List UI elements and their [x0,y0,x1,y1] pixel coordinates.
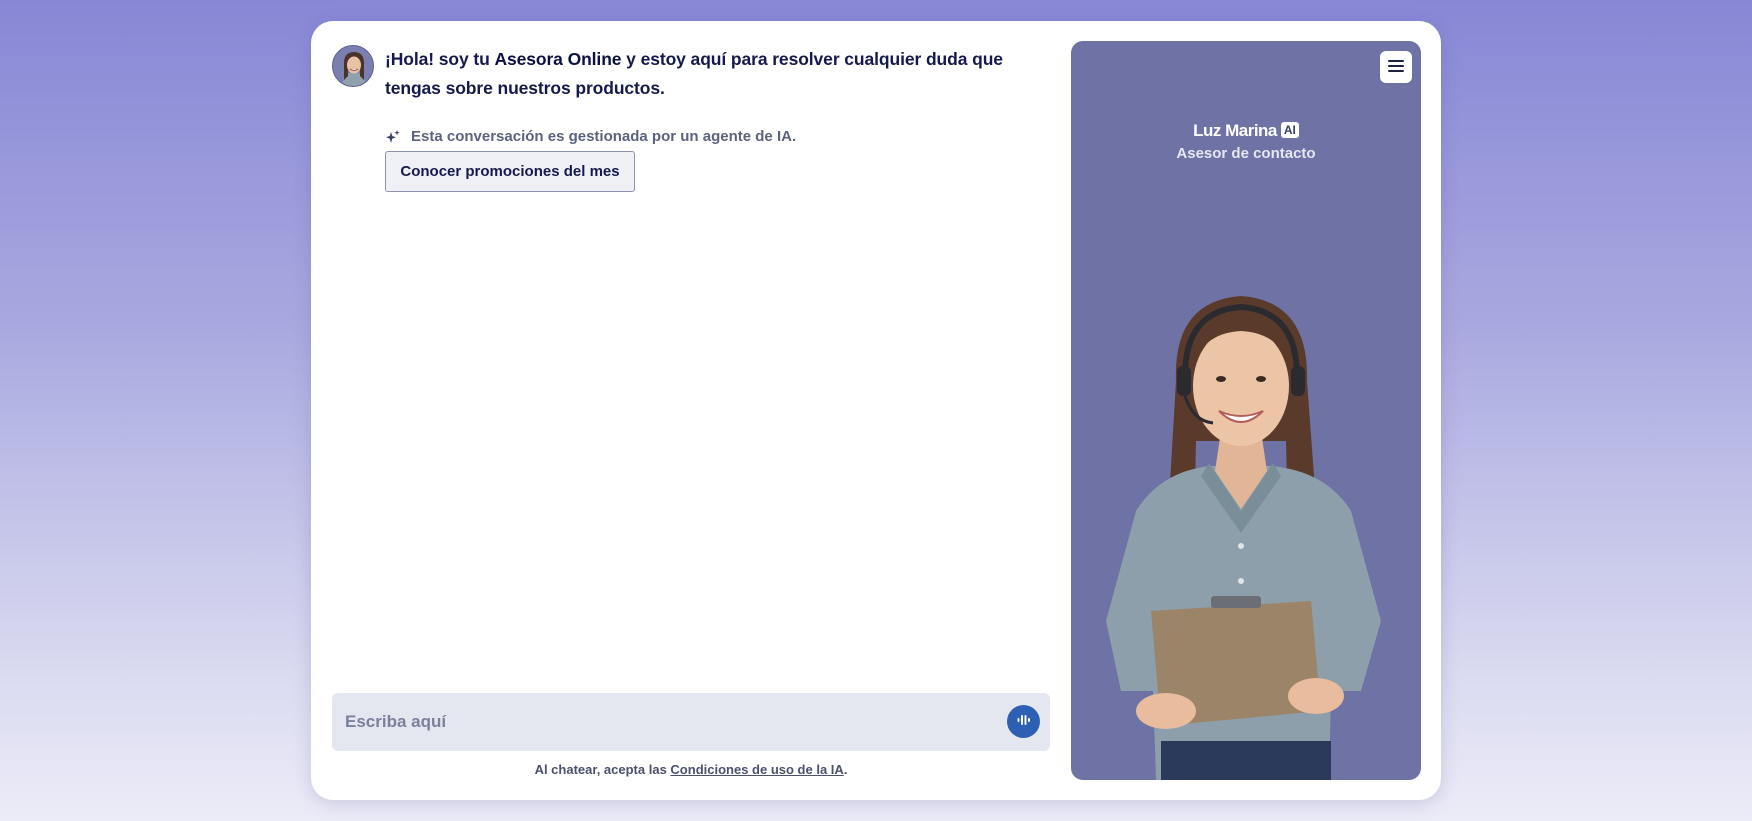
chat-card: ¡Hola! soy tu Asesora Online y estoy aqu… [311,21,1441,800]
agent-role: Asesor de contacto [1176,145,1316,162]
message-input[interactable] [332,693,992,751]
ai-notice-text: Esta conversación es gestionada por un a… [411,128,797,145]
promotions-quick-reply-button[interactable]: Conocer promociones del mes [385,151,635,192]
ai-notice: Esta conversación es gestionada por un a… [385,128,796,145]
greeting-prefix: ¡Hola! soy tu [385,49,495,69]
greeting-message: ¡Hola! soy tu Asesora Online y estoy aqu… [385,45,1045,103]
greeting-bold: Asesora Online [494,49,622,69]
agent-name-line: Luz Marina AI [1071,121,1421,141]
terms-notice: Al chatear, acepta las Condiciones de us… [332,762,1050,777]
agent-panel: Luz Marina AI Asesor de contacto [1071,41,1421,780]
menu-button[interactable] [1380,51,1412,83]
terms-suffix: . [843,762,848,777]
agent-name: Luz Marina [1193,121,1277,140]
ai-badge: AI [1280,122,1299,138]
message-composer [332,693,1050,751]
terms-link[interactable]: Condiciones de uso de la IA [670,762,843,777]
voice-input-button[interactable] [1007,705,1040,738]
agent-avatar [332,45,374,87]
terms-prefix: Al chatear, acepta las [534,762,671,777]
voice-wave-icon [1017,714,1031,729]
sparkle-icon [385,129,401,145]
hamburger-menu-icon [1388,59,1404,76]
agent-photo [1081,271,1411,780]
